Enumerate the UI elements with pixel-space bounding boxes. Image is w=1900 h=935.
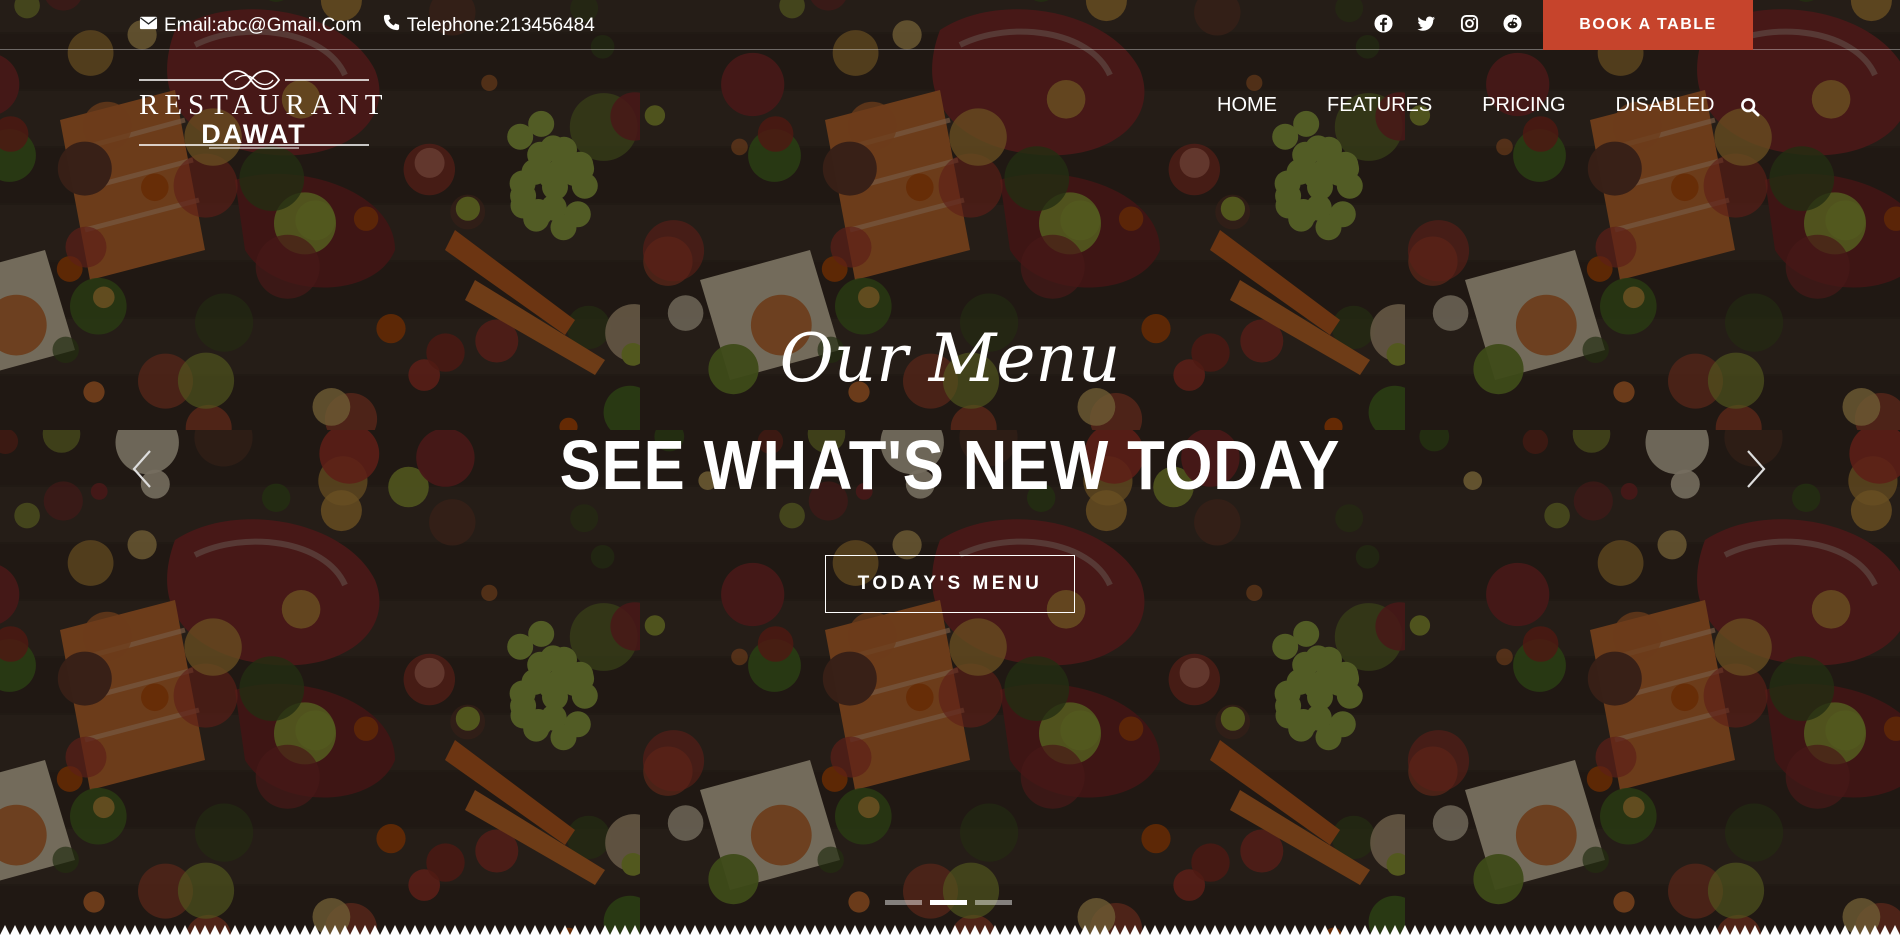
restaurant-logo[interactable]: RESTAURANT DAWAT xyxy=(139,64,389,152)
email-text: Email:abc@Gmail.Com xyxy=(164,14,362,36)
logo-line2: DAWAT xyxy=(201,119,307,149)
facebook-icon[interactable] xyxy=(1374,14,1393,33)
envelope-icon xyxy=(139,13,158,38)
phone-text: Telephone:213456484 xyxy=(406,14,595,36)
main-nav: HOME FEATURES PRICING DISABLED xyxy=(1217,94,1714,117)
phone-contact[interactable]: Telephone:213456484 xyxy=(382,13,595,38)
nav-item-features[interactable]: FEATURES xyxy=(1327,94,1432,117)
hero-subtitle: Our Menu xyxy=(779,320,1121,397)
zigzag-divider xyxy=(0,925,1900,935)
carousel-indicators xyxy=(885,900,1012,905)
social-links xyxy=(1374,14,1522,33)
top-bar: Email:abc@Gmail.Com Telephone:213456484 … xyxy=(0,0,1900,50)
todays-menu-button[interactable]: TODAY'S MENU xyxy=(825,555,1075,613)
carousel-indicator-1[interactable] xyxy=(885,900,922,905)
instagram-icon[interactable] xyxy=(1460,14,1479,33)
carousel-indicator-2[interactable] xyxy=(930,900,967,905)
carousel-prev-button[interactable] xyxy=(130,448,154,490)
hero-title: SEE WHAT'S NEW TODAY xyxy=(559,426,1341,504)
phone-icon xyxy=(382,13,401,38)
chevron-right-icon xyxy=(1747,450,1766,488)
chevron-left-icon xyxy=(132,450,151,488)
email-contact[interactable]: Email:abc@Gmail.Com xyxy=(139,13,362,38)
logo-line1: RESTAURANT xyxy=(139,89,389,121)
carousel-indicator-3[interactable] xyxy=(975,900,1012,905)
nav-item-disabled[interactable]: DISABLED xyxy=(1616,94,1715,117)
carousel-next-button[interactable] xyxy=(1744,448,1768,490)
twitter-icon[interactable] xyxy=(1417,14,1436,33)
contact-info: Email:abc@Gmail.Com Telephone:213456484 xyxy=(139,13,595,38)
nav-item-pricing[interactable]: PRICING xyxy=(1482,94,1565,117)
book-a-table-button[interactable]: BOOK A TABLE xyxy=(1543,0,1753,50)
search-icon[interactable] xyxy=(1740,97,1760,117)
nav-item-home[interactable]: HOME xyxy=(1217,94,1277,117)
reddit-icon[interactable] xyxy=(1503,14,1522,33)
